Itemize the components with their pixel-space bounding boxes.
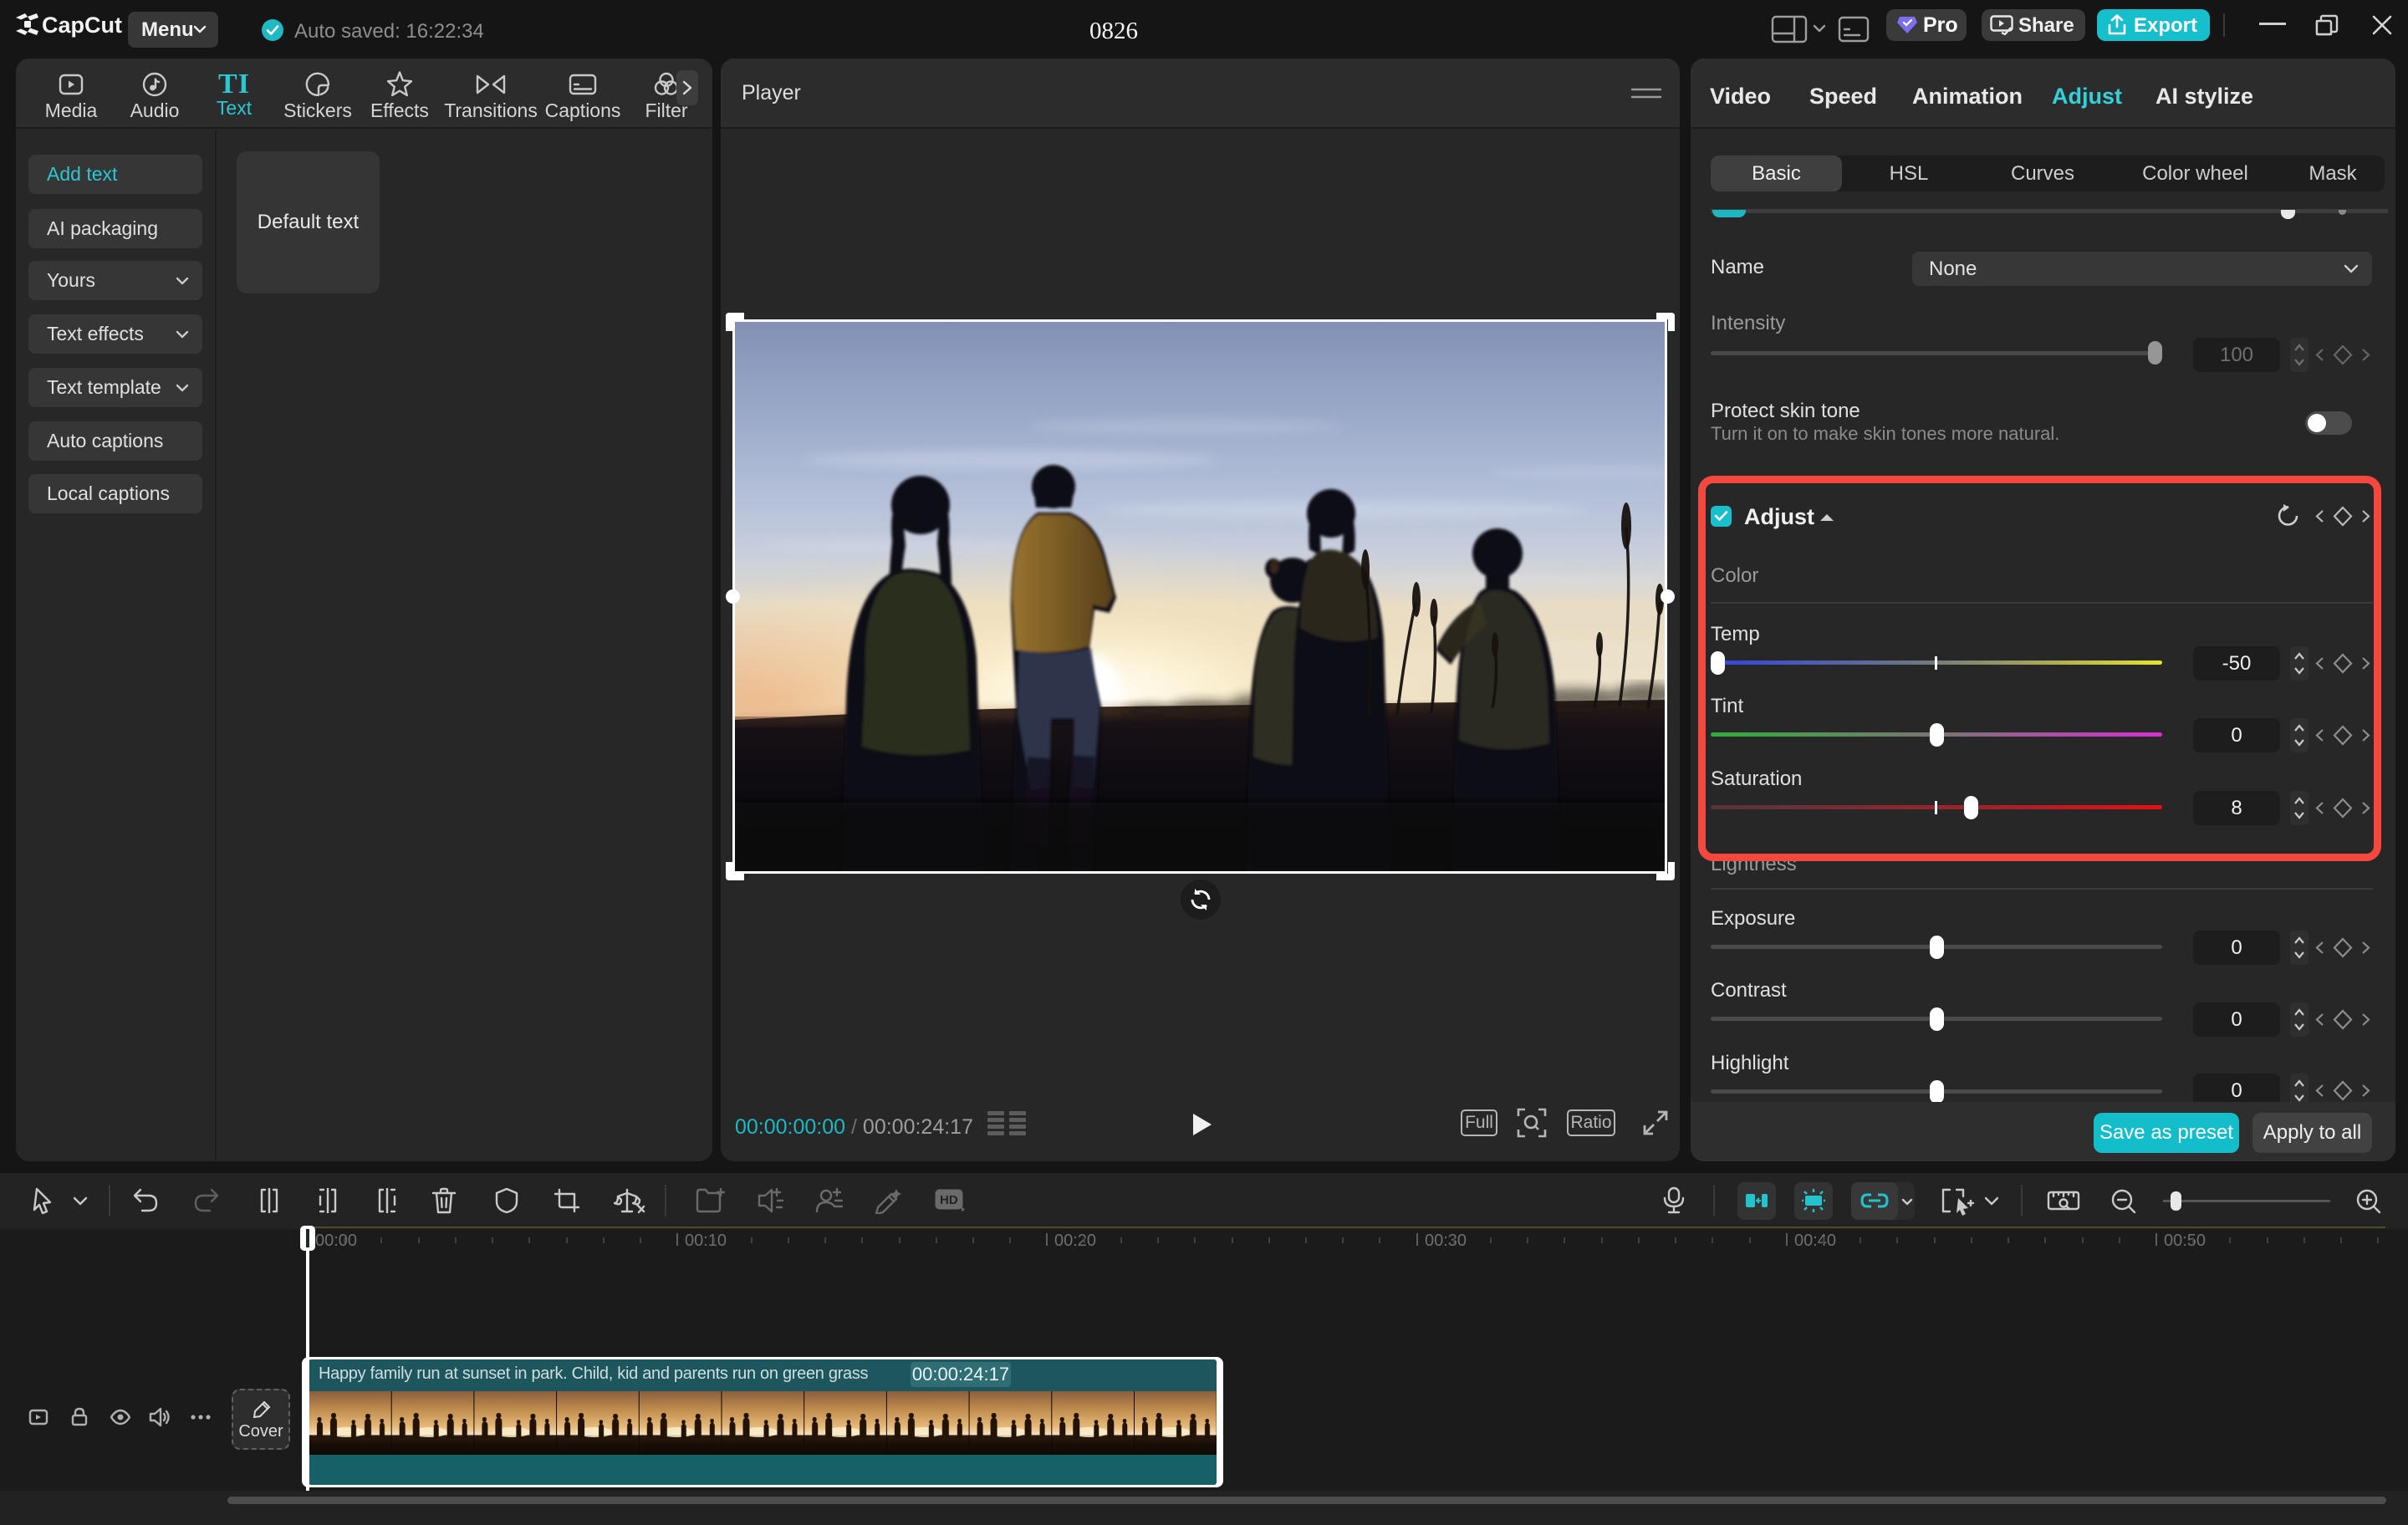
svg-text:HD: HD (940, 1193, 958, 1207)
